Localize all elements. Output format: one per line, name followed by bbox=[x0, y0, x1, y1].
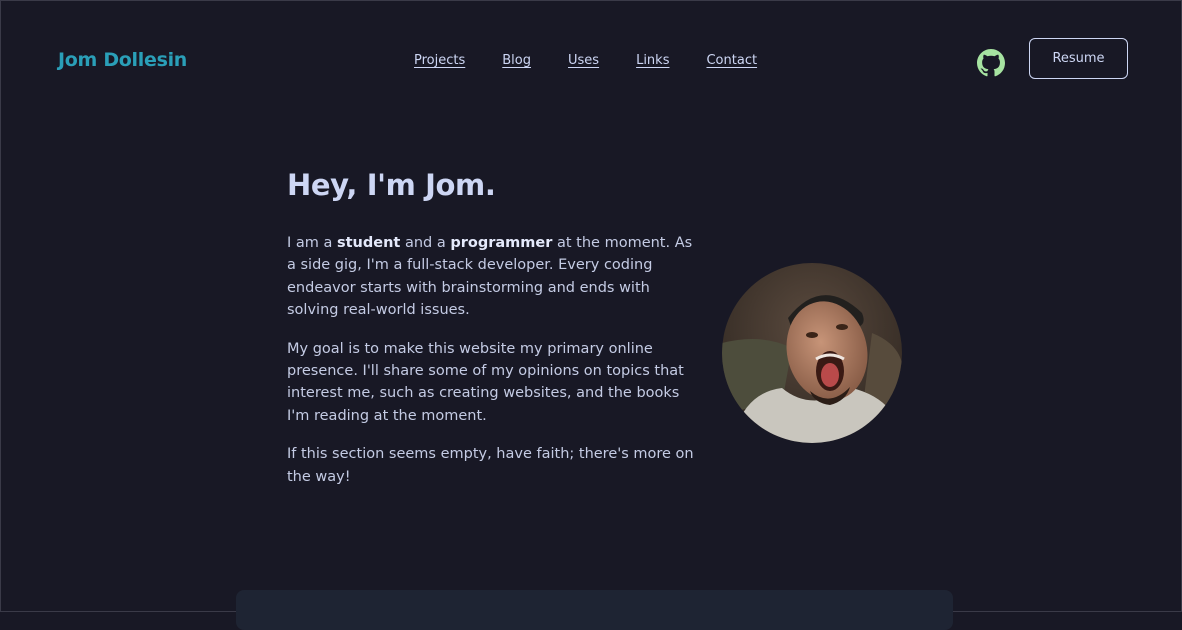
intro-paragraph-3: If this section seems empty, have faith;… bbox=[287, 446, 694, 485]
nav-link-contact[interactable]: Contact bbox=[706, 53, 757, 68]
nav-link-projects[interactable]: Projects bbox=[414, 53, 465, 68]
hero-title: Hey, I'm Jom. bbox=[287, 168, 496, 202]
main-nav: Projects Blog Uses Links Contact bbox=[414, 53, 757, 68]
intro-text: I am a student and a programmer at the m… bbox=[287, 232, 697, 504]
brand-logo[interactable]: Jom Dollesin bbox=[58, 49, 187, 71]
github-icon[interactable] bbox=[977, 49, 1005, 77]
intro-paragraph-2: My goal is to make this website my prima… bbox=[287, 340, 684, 424]
site-header: Jom Dollesin Projects Blog Uses Links Co… bbox=[0, 0, 1182, 124]
nav-link-links[interactable]: Links bbox=[636, 53, 669, 68]
intro-paragraph-1: I am a student and a programmer at the m… bbox=[287, 235, 693, 319]
resume-button[interactable]: Resume bbox=[1029, 38, 1128, 79]
nav-link-blog[interactable]: Blog bbox=[502, 53, 531, 68]
content-card bbox=[236, 590, 953, 630]
avatar bbox=[722, 263, 902, 443]
nav-link-uses[interactable]: Uses bbox=[568, 53, 599, 68]
